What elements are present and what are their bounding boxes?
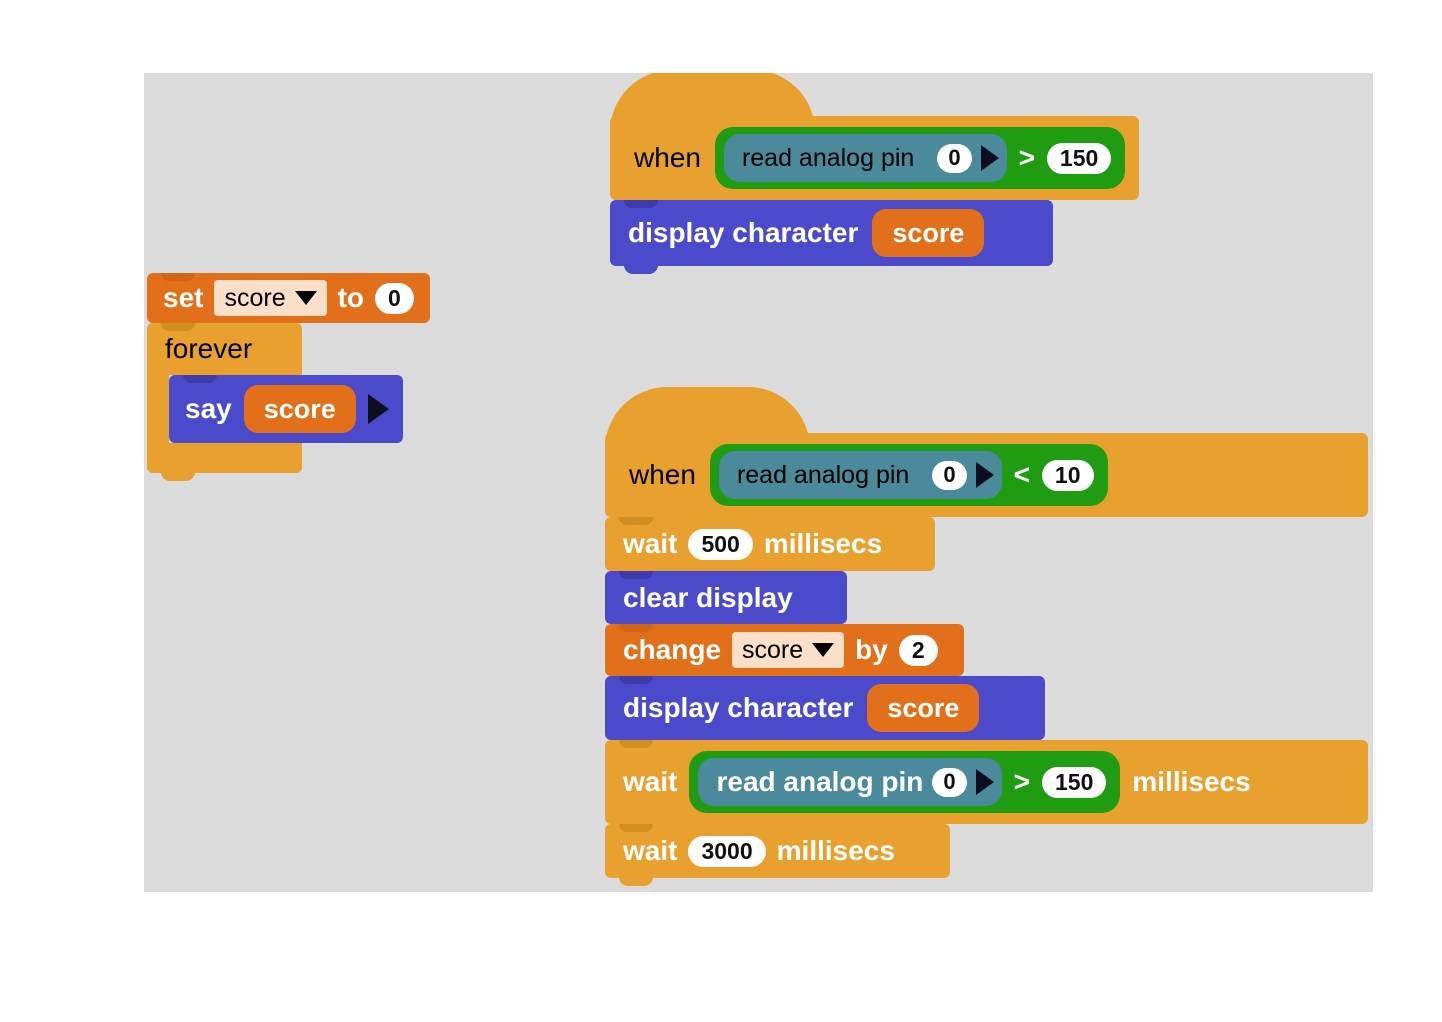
forever-body-row: say score: [147, 375, 430, 443]
block-set-variable[interactable]: set score to 0: [147, 273, 430, 323]
pin-number-input[interactable]: 0: [937, 143, 972, 173]
script-display-on-high[interactable]: when read analog pin 0 > 150 display cha…: [610, 73, 1140, 274]
block-wait-3000[interactable]: wait 3000 millisecs: [605, 824, 950, 886]
block-notch-top: [161, 273, 195, 281]
millisecs-label: millisecs: [776, 835, 895, 866]
by-label: by: [855, 634, 888, 665]
millisecs-label: millisecs: [1132, 766, 1251, 797]
reporter-read-analog-pin[interactable]: read analog pin 0: [718, 451, 1002, 499]
screenshot-root: set score to 0 forever say score when re…: [0, 0, 1442, 1022]
play-arrow-icon[interactable]: [980, 145, 999, 171]
block-notch-top: [619, 740, 653, 748]
read-analog-pin-label: read analog pin: [736, 460, 910, 489]
block-display-character[interactable]: display character score: [610, 200, 1053, 274]
block-bump-bottom: [619, 877, 653, 886]
boolean-compare-greater[interactable]: read analog pin 0 > 150: [714, 127, 1126, 189]
pin-number-input[interactable]: 0: [932, 460, 967, 490]
read-analog-pin-label: read analog pin: [741, 143, 915, 172]
block-display-character[interactable]: display character score: [605, 676, 1045, 748]
block-wait-500[interactable]: wait 500 millisecs: [605, 517, 935, 579]
when-label: when: [629, 459, 696, 490]
say-label: say: [185, 393, 232, 424]
chevron-down-icon: [294, 291, 317, 305]
display-character-label: display character: [628, 217, 859, 248]
wait-label: wait: [623, 528, 678, 559]
set-label: set: [163, 282, 204, 313]
block-notch-top: [624, 200, 658, 208]
millisecs-label: millisecs: [763, 528, 883, 559]
display-character-label: display character: [623, 692, 854, 723]
to-label: to: [337, 282, 365, 313]
variable-dropdown-value: score: [742, 635, 804, 664]
threshold-input[interactable]: 150: [1042, 766, 1107, 798]
when-hat-body[interactable]: when read analog pin 0 > 150: [610, 116, 1140, 200]
play-arrow-icon[interactable]: [367, 394, 389, 424]
reporter-read-analog-pin[interactable]: read analog pin 0: [723, 134, 1007, 182]
threshold-input[interactable]: 150: [1046, 142, 1112, 174]
block-notch-top: [619, 624, 653, 632]
block-notch-top: [183, 375, 217, 383]
play-arrow-icon[interactable]: [975, 769, 994, 795]
boolean-compare-greater[interactable]: read analog pin 0 > 150: [689, 751, 1121, 813]
wait-duration-input[interactable]: 500: [688, 528, 753, 560]
play-arrow-icon[interactable]: [975, 462, 994, 488]
variable-reporter-score[interactable]: score: [872, 209, 985, 257]
block-when-hat-high[interactable]: when read analog pin 0 > 150: [610, 73, 1140, 200]
change-amount-input[interactable]: 2: [898, 634, 938, 666]
block-notch-top: [619, 571, 653, 579]
block-notch-top: [619, 676, 653, 684]
boolean-compare-less[interactable]: read analog pin 0 < 10: [709, 444, 1108, 506]
wait-label: wait: [623, 766, 678, 797]
threshold-input[interactable]: 10: [1041, 459, 1094, 491]
blocks-workspace-canvas[interactable]: set score to 0 forever say score when re…: [144, 73, 1373, 892]
variable-dropdown-value: score: [224, 283, 286, 312]
read-analog-pin-label: read analog pin: [716, 766, 924, 797]
variable-reporter-score[interactable]: score: [867, 684, 980, 732]
change-label: change: [623, 634, 722, 665]
script-variables[interactable]: set score to 0 forever say score: [147, 273, 430, 481]
forever-header[interactable]: forever: [147, 323, 302, 375]
forever-label: forever: [165, 333, 253, 364]
chevron-down-icon: [812, 643, 835, 657]
forever-footer: [147, 443, 302, 481]
reporter-read-analog-pin[interactable]: read analog pin 0: [698, 758, 1002, 806]
block-notch-top: [161, 323, 195, 331]
wait-duration-input[interactable]: 3000: [688, 835, 766, 867]
when-hat-body[interactable]: when read analog pin 0 < 10: [605, 433, 1368, 517]
block-say[interactable]: say score: [169, 375, 403, 443]
wait-label: wait: [623, 835, 678, 866]
block-notch-top: [619, 824, 653, 832]
block-notch-top: [619, 517, 653, 525]
pin-number-input[interactable]: 0: [932, 767, 967, 797]
clear-display-label: clear display: [623, 581, 793, 613]
forever-left-arm: [147, 375, 169, 443]
block-when-hat-low[interactable]: when read analog pin 0 < 10: [605, 387, 1368, 517]
block-bump-bottom: [161, 472, 195, 481]
when-label: when: [634, 142, 701, 173]
set-value-input[interactable]: 0: [375, 282, 414, 314]
variable-dropdown-score[interactable]: score: [732, 632, 845, 668]
variable-dropdown-score[interactable]: score: [214, 280, 327, 316]
comparison-operator: >: [1013, 766, 1031, 797]
script-score-on-low[interactable]: when read analog pin 0 < 10 wait 500 mil…: [605, 387, 1368, 886]
comparison-operator: <: [1013, 459, 1030, 490]
variable-reporter-score[interactable]: score: [243, 385, 356, 433]
block-wait-condition[interactable]: wait read analog pin 0 > 150 millisecs: [605, 740, 1368, 832]
block-change-variable[interactable]: change score by 2: [605, 624, 964, 684]
block-forever[interactable]: forever say score: [147, 323, 430, 481]
comparison-operator: >: [1018, 142, 1035, 173]
block-bump-bottom: [624, 265, 658, 274]
block-clear-display[interactable]: clear display: [605, 571, 847, 632]
